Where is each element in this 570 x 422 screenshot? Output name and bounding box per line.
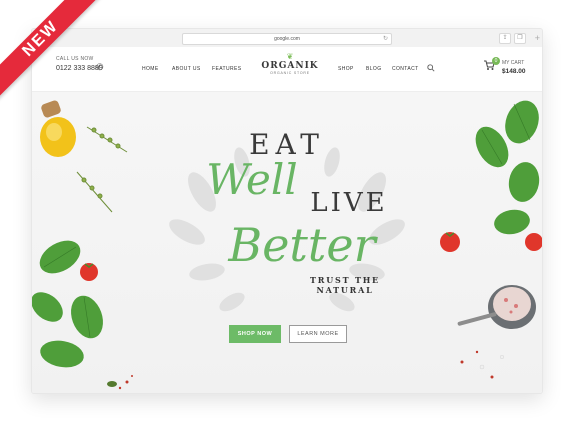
- ribbon-label: NEW: [19, 17, 62, 60]
- logo-name: ORGANIK: [261, 61, 319, 71]
- search-icon[interactable]: [427, 64, 435, 74]
- nav-home[interactable]: HOME: [142, 66, 159, 72]
- cart-total[interactable]: $148.00: [502, 68, 526, 75]
- cart-label: MY CART: [502, 60, 525, 66]
- right-ingredients-graphic: [440, 100, 542, 379]
- hero-heading-better: Better: [228, 218, 376, 272]
- logo-tagline: ORGANIC STORE: [270, 71, 310, 75]
- new-ribbon: NEW: [0, 0, 110, 110]
- address-bar[interactable]: google.com ↻: [182, 33, 392, 45]
- nav-about-us[interactable]: ABOUT US: [172, 66, 201, 72]
- hero-tagline: TRUST THE NATURAL: [310, 275, 380, 295]
- shop-now-button[interactable]: SHOP NOW: [229, 325, 281, 343]
- leaf-icon: ❦: [286, 52, 294, 61]
- new-tab-icon[interactable]: +: [535, 32, 540, 44]
- hero-heading-live: LIVE: [310, 188, 388, 218]
- learn-more-button[interactable]: LEARN MORE: [289, 325, 347, 343]
- left-ingredients-graphic: [32, 100, 133, 390]
- tabs-icon[interactable]: ❐: [514, 33, 526, 44]
- site-logo[interactable]: ❦ ORGANIK ORGANIC STORE: [260, 53, 320, 76]
- cart-count-badge: 0: [492, 57, 500, 65]
- address-text: google.com: [274, 36, 300, 42]
- reload-icon[interactable]: ↻: [383, 34, 388, 44]
- screenshot-stage: google.com ↻ ⇪ ❐ + CALL US NOW 0122 333 …: [0, 0, 570, 422]
- hero-banner: EAT Well LIVE Better TRUST THE NATURAL S…: [32, 92, 542, 393]
- share-icon[interactable]: ⇪: [499, 33, 511, 44]
- nav-blog[interactable]: BLOG: [366, 66, 382, 72]
- nav-contact[interactable]: CONTACT: [392, 66, 419, 72]
- nav-shop[interactable]: SHOP: [338, 66, 354, 72]
- nav-features[interactable]: FEATURES: [212, 66, 242, 72]
